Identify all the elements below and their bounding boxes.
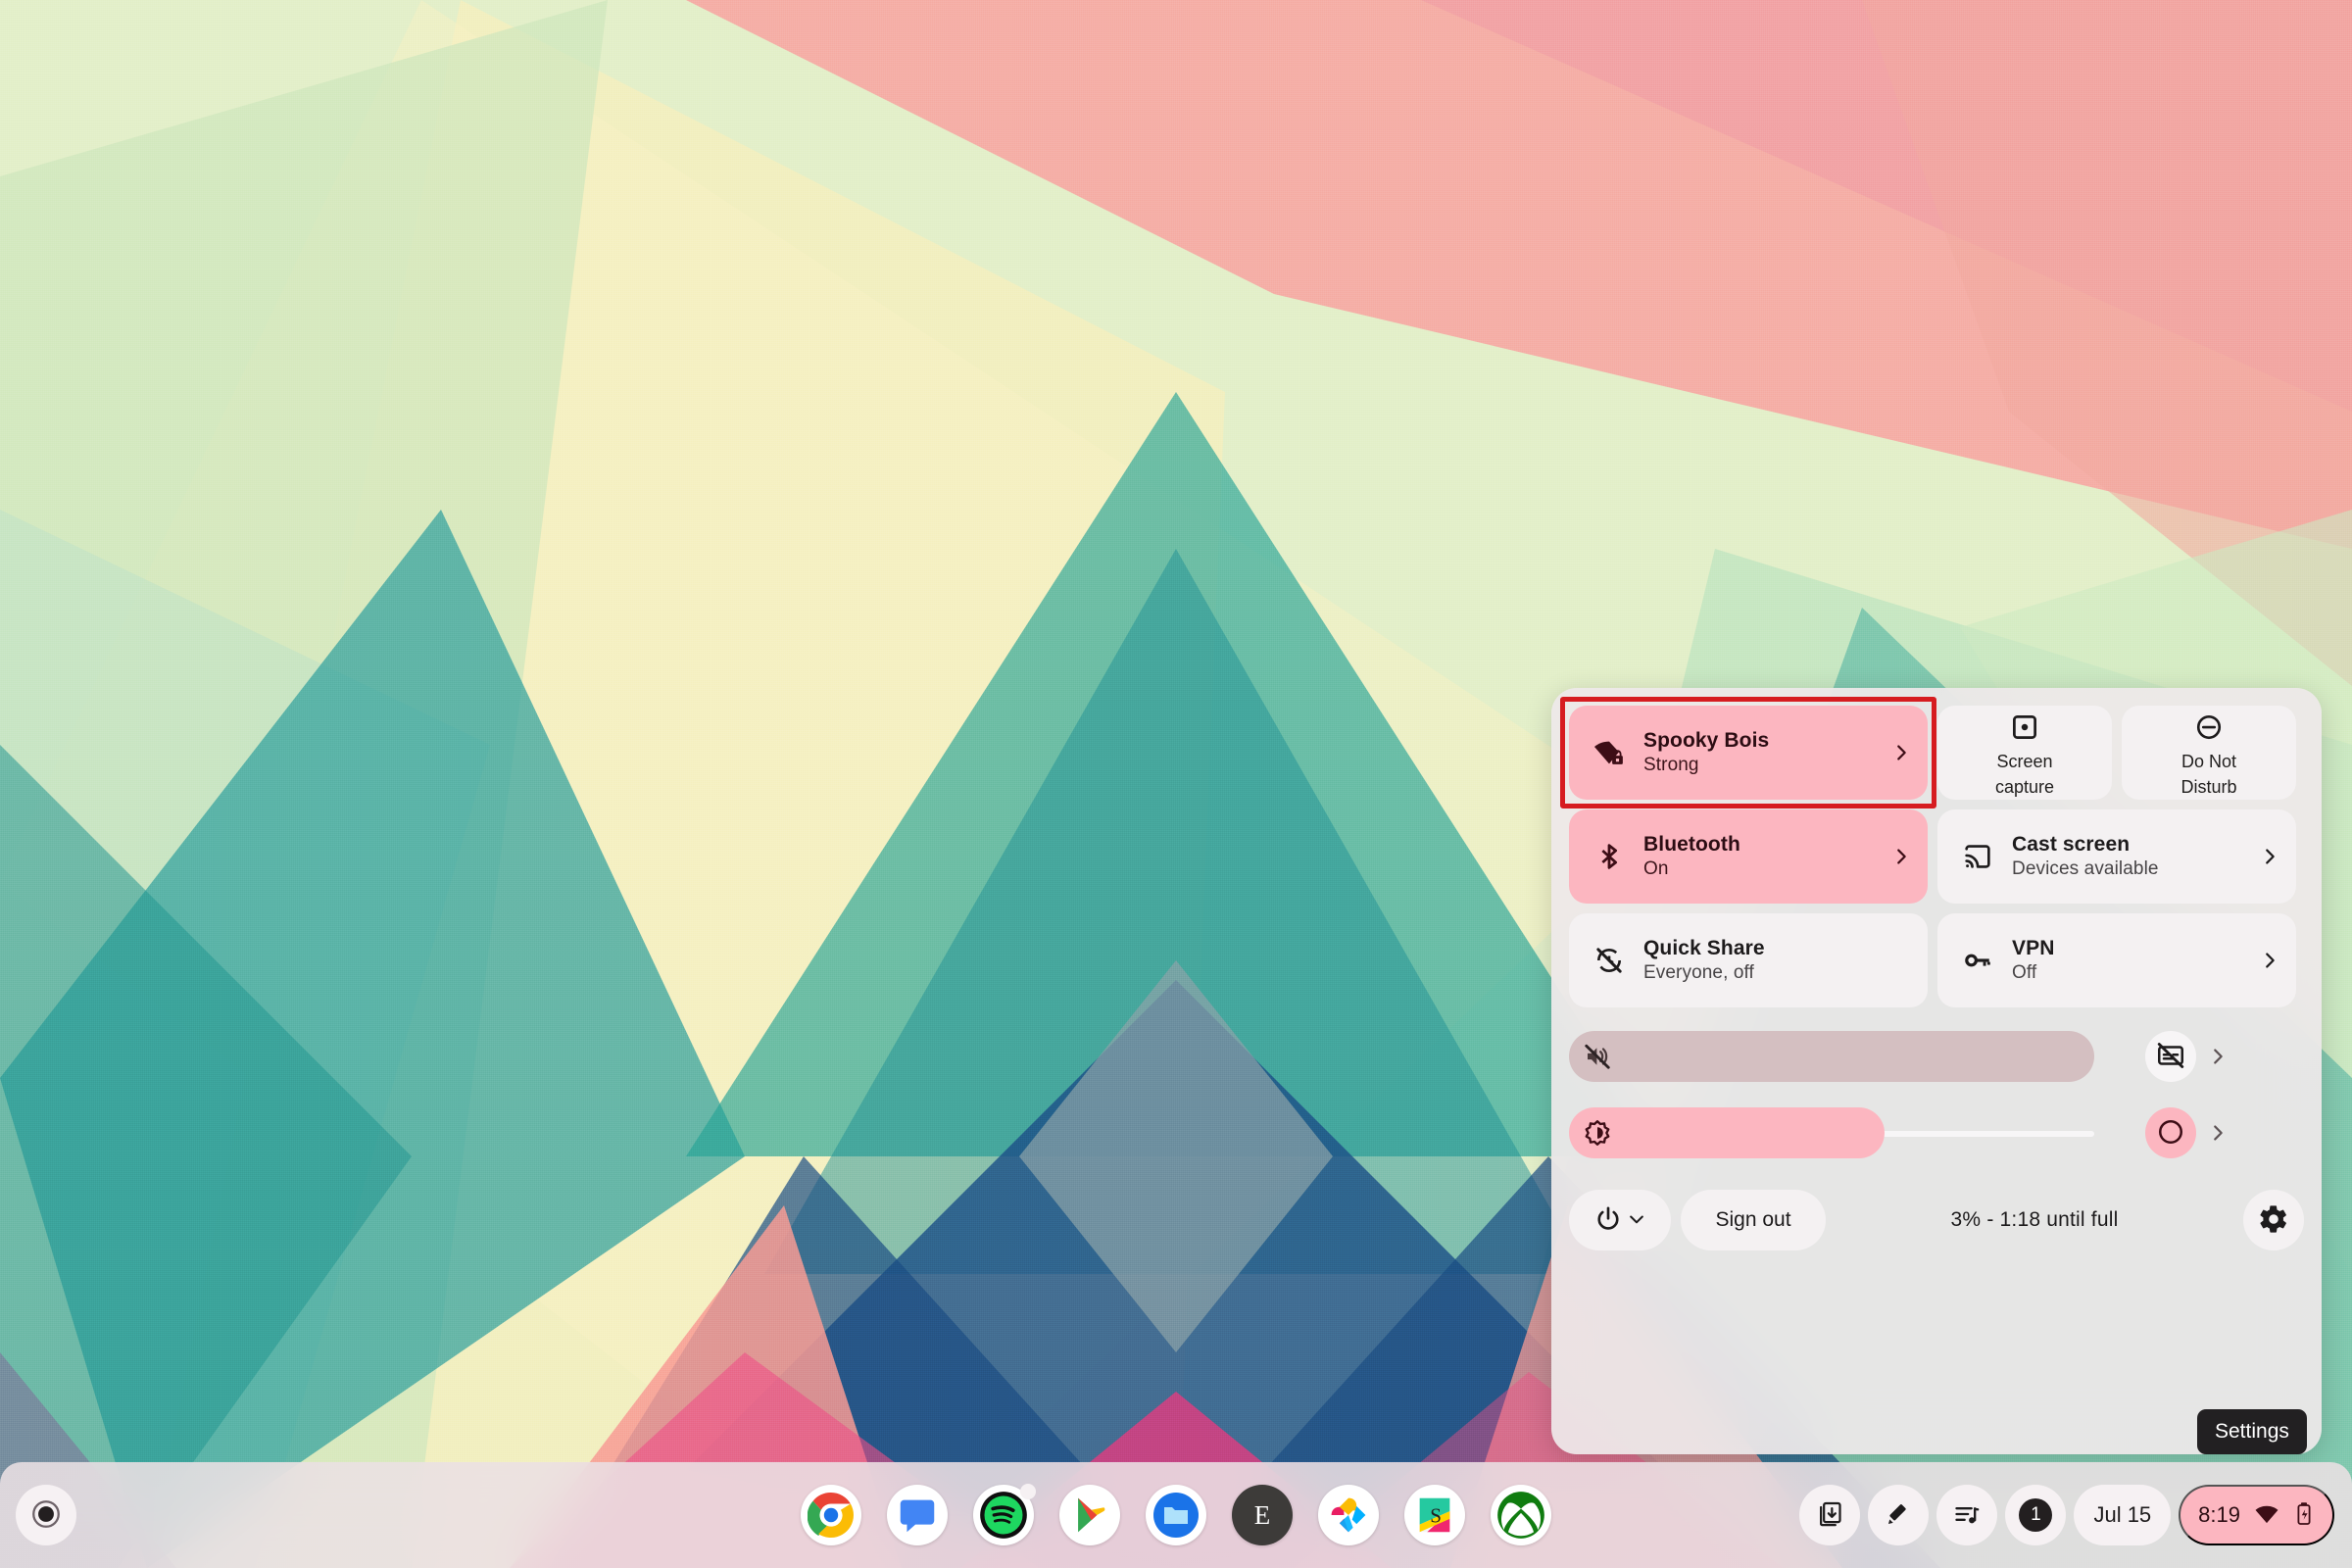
tile-row: Spooky Bois Strong Screen capture Do Not…: [1560, 697, 2304, 808]
volume-muted-icon: [1583, 1042, 1612, 1071]
network-tile[interactable]: Spooky Bois Strong: [1560, 697, 1936, 808]
media-controls-button[interactable]: [1936, 1485, 1998, 1545]
screen-capture-label-line1: Screen: [1996, 752, 2053, 772]
sign-out-button[interactable]: Sign out: [1681, 1190, 1826, 1250]
shelf-status-tray: 1 Jul 15 8:19: [1799, 1485, 2334, 1545]
shelf-app-s[interactable]: S: [1404, 1485, 1465, 1545]
screen-capture-tile[interactable]: Screen capture: [1937, 706, 2112, 800]
stylus-button[interactable]: [1868, 1485, 1930, 1545]
vpn-tile[interactable]: VPN Off: [1937, 913, 2296, 1007]
quick-settings-panel: Spooky Bois Strong Screen capture Do Not…: [1551, 688, 2322, 1454]
notification-count-badge: 1: [2019, 1498, 2053, 1532]
status-area-button[interactable]: 8:19: [2179, 1485, 2334, 1545]
do-not-disturb-tile[interactable]: Do Not Disturb: [2122, 706, 2296, 800]
shelf-app-play-store[interactable]: [1059, 1485, 1120, 1545]
vpn-tile-text: VPN Off: [1998, 936, 2257, 984]
settings-tooltip: Settings: [2197, 1409, 2307, 1454]
shelf-app-list: E S: [801, 1484, 1551, 1545]
bluetooth-tile-title: Bluetooth: [1643, 833, 1740, 857]
shelf: E S 1 Jul 15 8:19: [0, 1462, 2352, 1568]
stylus-pen-icon: [1885, 1500, 1912, 1531]
shelf-app-spotify[interactable]: [973, 1484, 1036, 1545]
vpn-tile-title: VPN: [2012, 937, 2055, 960]
screen-capture-label-line2: capture: [1994, 777, 2055, 797]
spotify-badge: [1020, 1484, 1036, 1499]
svg-text:S: S: [1430, 1504, 1442, 1528]
brightness-fill: [1569, 1107, 1885, 1158]
clock-text: 8:19: [2198, 1502, 2240, 1527]
cast-screen-tile[interactable]: Cast screen Devices available: [1937, 809, 2296, 904]
volume-slider-row: [1569, 1029, 2304, 1084]
quick-settings-bottom-bar: Sign out 3% - 1:18 until full: [1569, 1190, 2304, 1250]
do-not-disturb-icon: [2188, 707, 2230, 748]
brightness-icon: [1583, 1118, 1612, 1148]
bluetooth-tile-subtitle: On: [1643, 858, 1669, 879]
quick-settings-tile-grid: Spooky Bois Strong Screen capture Do Not…: [1560, 697, 2304, 1007]
launcher-button[interactable]: [16, 1485, 76, 1545]
quick-share-tile[interactable]: Quick Share Everyone, off: [1569, 913, 1928, 1007]
notification-counter-button[interactable]: 1: [2005, 1485, 2067, 1545]
battery-status-text: 3% - 1:18 until full: [1950, 1208, 2119, 1231]
screen-capture-icon: [2004, 707, 2045, 748]
shelf-app-files[interactable]: [1146, 1485, 1206, 1545]
quick-share-off-icon: [1589, 945, 1630, 976]
live-caption-chevron-icon[interactable]: [2196, 1046, 2239, 1067]
quick-share-tile-subtitle: Everyone, off: [1643, 961, 1754, 983]
cast-icon: [1957, 841, 1998, 872]
quick-share-tile-title: Quick Share: [1643, 937, 1765, 960]
shelf-app-photos[interactable]: [1318, 1485, 1379, 1545]
live-caption-off-icon: [2156, 1041, 2185, 1073]
night-light-chevron-icon[interactable]: [2196, 1122, 2239, 1144]
bluetooth-icon: [1589, 841, 1630, 872]
volume-slider[interactable]: [1569, 1031, 2094, 1082]
chevron-right-icon[interactable]: [1888, 742, 1914, 763]
shelf-app-chrome[interactable]: [801, 1485, 861, 1545]
network-tile-text: Spooky Bois Strong: [1630, 728, 1888, 776]
media-playlist-icon: [1953, 1500, 1981, 1531]
wifi-locked-icon: [1589, 736, 1630, 769]
chevron-down-icon: [1627, 1209, 1646, 1232]
tile-row: Quick Share Everyone, off VPN Off: [1569, 913, 2304, 1007]
chevron-right-icon[interactable]: [1888, 846, 1914, 867]
cast-screen-tile-title: Cast screen: [2012, 833, 2131, 857]
tile-row: Bluetooth On Cast screen Devices availab…: [1569, 809, 2304, 904]
gear-icon: [2258, 1203, 2289, 1238]
vpn-key-icon: [1957, 945, 1998, 976]
chevron-right-icon[interactable]: [2257, 950, 2282, 971]
bluetooth-tile[interactable]: Bluetooth On: [1569, 809, 1928, 904]
power-menu-button[interactable]: [1569, 1190, 1671, 1250]
power-icon: [1593, 1204, 1623, 1237]
network-tile-subtitle: Strong: [1643, 754, 1699, 775]
download-tray-icon: [1816, 1500, 1843, 1531]
shelf-app-google-chat[interactable]: [887, 1485, 948, 1545]
wifi-icon: [2254, 1501, 2279, 1530]
chevron-right-icon[interactable]: [2257, 846, 2282, 867]
vpn-tile-subtitle: Off: [2012, 961, 2037, 983]
shelf-app-e[interactable]: E: [1232, 1485, 1293, 1545]
network-tile-title: Spooky Bois: [1643, 729, 1770, 753]
settings-button[interactable]: [2243, 1190, 2304, 1250]
download-tray-button[interactable]: [1799, 1485, 1861, 1545]
bluetooth-tile-text: Bluetooth On: [1630, 832, 1888, 880]
brightness-slider-row: [1569, 1105, 2304, 1160]
night-light-icon: [2156, 1117, 2185, 1150]
cast-screen-tile-text: Cast screen Devices available: [1998, 832, 2257, 880]
do-not-disturb-label-line2: Disturb: [2180, 777, 2237, 797]
cast-screen-tile-subtitle: Devices available: [2012, 858, 2159, 879]
shelf-app-xbox[interactable]: [1491, 1485, 1551, 1545]
night-light-toggle-button[interactable]: [2145, 1107, 2196, 1158]
quick-share-tile-text: Quick Share Everyone, off: [1630, 936, 1888, 984]
live-caption-toggle-button[interactable]: [2145, 1031, 2196, 1082]
brightness-slider[interactable]: [1569, 1107, 2094, 1158]
shelf-app-e-label: E: [1253, 1499, 1271, 1530]
do-not-disturb-label-line1: Do Not: [2180, 752, 2237, 772]
launcher-icon: [29, 1497, 63, 1534]
date-button[interactable]: Jul 15: [2074, 1485, 2172, 1545]
battery-charging-icon: [2293, 1501, 2315, 1530]
